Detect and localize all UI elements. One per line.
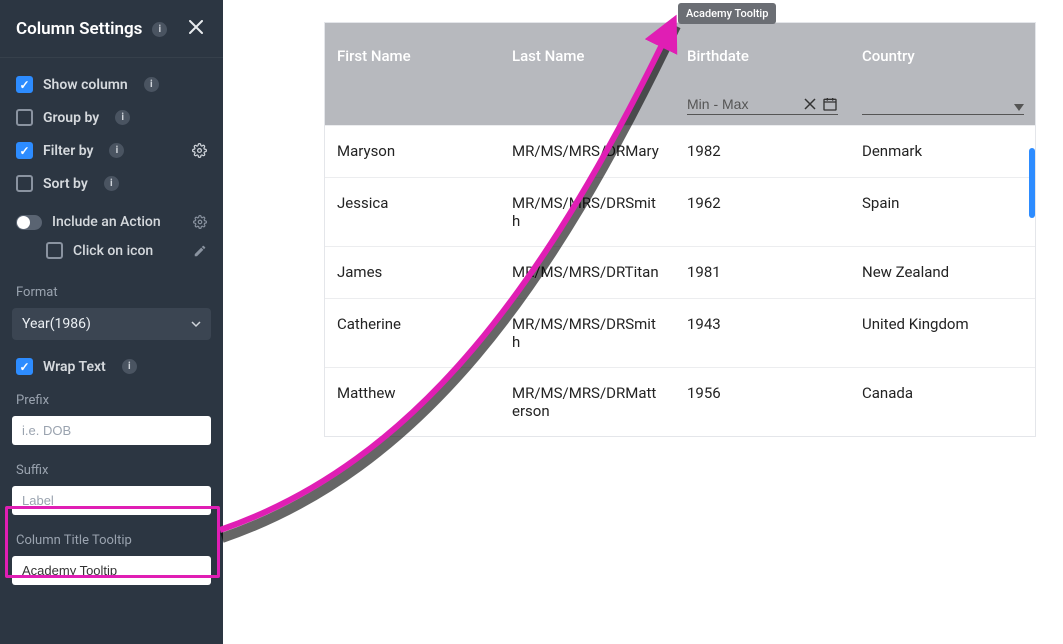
panel-header: Column Settings i: [0, 0, 223, 58]
cell-last-name: MR/MS/MRS/DRMary: [500, 126, 675, 177]
birthdate-filter[interactable]: [687, 94, 838, 115]
wrap-text-option[interactable]: Wrap Text i: [0, 348, 223, 385]
column-header-country-label: Country: [862, 47, 1024, 65]
cell-country: United Kingdom: [850, 299, 1036, 367]
cell-last-name: MR/MS/MRS/DRTitan: [500, 247, 675, 298]
cell-birthdate: 1956: [675, 368, 850, 436]
include-action-settings-button[interactable]: [193, 215, 207, 229]
cell-first-name: Catherine: [325, 299, 500, 367]
data-table: First Name Last Name Birthdate Country M…: [324, 22, 1036, 437]
prefix-section: Prefix: [0, 389, 223, 455]
column-tooltip-input[interactable]: [12, 556, 211, 585]
info-icon[interactable]: i: [104, 176, 119, 191]
show-column-label: Show column: [43, 77, 128, 93]
click-on-icon-edit-button[interactable]: [193, 244, 207, 258]
include-action-label: Include an Action: [52, 214, 161, 230]
click-on-icon-label: Click on icon: [73, 243, 153, 259]
format-value: Year(1986): [22, 316, 91, 332]
chevron-down-icon: [191, 319, 201, 329]
info-icon[interactable]: i: [152, 22, 167, 37]
filter-by-label: Filter by: [43, 143, 93, 159]
group-by-checkbox[interactable]: [16, 109, 33, 126]
prefix-input[interactable]: [12, 416, 211, 445]
column-header-first-name-label: First Name: [337, 47, 488, 65]
cell-last-name: MR/MS/MRS/DRMatterson: [500, 368, 675, 436]
column-header-birthdate[interactable]: Birthdate: [675, 23, 850, 125]
cell-first-name: Maryson: [325, 126, 500, 177]
cell-country: New Zealand: [850, 247, 1036, 298]
sort-by-checkbox[interactable]: [16, 175, 33, 192]
cell-birthdate: 1943: [675, 299, 850, 367]
wrap-text-label: Wrap Text: [43, 359, 106, 375]
cell-birthdate: 1962: [675, 178, 850, 246]
table-row[interactable]: James MR/MS/MRS/DRTitan 1981 New Zealand: [325, 246, 1035, 298]
info-icon[interactable]: i: [115, 110, 130, 125]
filter-by-option[interactable]: Filter by i: [16, 134, 207, 167]
table-header: First Name Last Name Birthdate Country: [325, 23, 1035, 125]
country-filter[interactable]: [862, 102, 1024, 115]
calendar-icon[interactable]: [822, 96, 838, 112]
scroll-indicator[interactable]: [1029, 148, 1035, 218]
cell-last-name: MR/MS/MRS/DRSmith: [500, 178, 675, 246]
suffix-section: Suffix: [0, 459, 223, 525]
options-group: Show column i Group by i Filter by i Sor…: [0, 58, 223, 277]
format-section: Format Year(1986): [0, 281, 223, 340]
table-body: Maryson MR/MS/MRS/DRMary 1982 Denmark Je…: [325, 125, 1035, 436]
sort-by-option[interactable]: Sort by i: [16, 167, 207, 200]
panel-title: Column Settings i: [16, 19, 167, 39]
include-action-toggle[interactable]: [16, 215, 42, 230]
column-tooltip-label: Column Title Tooltip: [0, 529, 223, 552]
column-header-last-name-label: Last Name: [512, 47, 663, 65]
cell-country: Canada: [850, 368, 1036, 436]
cell-first-name: Matthew: [325, 368, 500, 436]
close-icon: [189, 20, 203, 34]
filter-by-checkbox[interactable]: [16, 142, 33, 159]
cell-country: Spain: [850, 178, 1036, 246]
suffix-label: Suffix: [0, 459, 223, 482]
info-icon[interactable]: i: [144, 77, 159, 92]
dropdown-icon[interactable]: [1014, 104, 1024, 112]
cell-country: Denmark: [850, 126, 1036, 177]
birthdate-filter-input[interactable]: [687, 96, 798, 112]
show-column-checkbox[interactable]: [16, 76, 33, 93]
column-header-first-name[interactable]: First Name: [325, 23, 500, 125]
table-row[interactable]: Matthew MR/MS/MRS/DRMatterson 1956 Canad…: [325, 367, 1035, 436]
gear-icon: [193, 215, 207, 229]
cell-birthdate: 1982: [675, 126, 850, 177]
cell-birthdate: 1981: [675, 247, 850, 298]
column-tooltip-popup: Academy Tooltip: [678, 3, 776, 24]
clear-icon[interactable]: [804, 98, 816, 110]
table-row[interactable]: Maryson MR/MS/MRS/DRMary 1982 Denmark: [325, 125, 1035, 177]
tooltip-text: Academy Tooltip: [686, 7, 768, 20]
cell-last-name: MR/MS/MRS/DRSmith: [500, 299, 675, 367]
suffix-input[interactable]: [12, 486, 211, 515]
prefix-label: Prefix: [0, 389, 223, 412]
group-by-label: Group by: [43, 110, 99, 126]
filter-settings-button[interactable]: [192, 143, 207, 158]
info-icon[interactable]: i: [122, 359, 137, 374]
include-action-option[interactable]: Include an Action: [16, 200, 207, 236]
panel-title-text: Column Settings: [16, 19, 142, 39]
click-on-icon-option[interactable]: Click on icon: [16, 236, 207, 273]
cell-first-name: James: [325, 247, 500, 298]
pencil-icon: [193, 244, 207, 258]
column-header-birthdate-label: Birthdate: [687, 47, 838, 65]
gear-icon: [192, 143, 207, 158]
column-tooltip-section: Column Title Tooltip: [0, 529, 223, 595]
click-on-icon-checkbox[interactable]: [46, 242, 63, 259]
wrap-text-checkbox[interactable]: [16, 358, 33, 375]
format-label: Format: [0, 281, 223, 304]
table-row[interactable]: Jessica MR/MS/MRS/DRSmith 1962 Spain: [325, 177, 1035, 246]
close-button[interactable]: [185, 14, 207, 43]
column-header-last-name[interactable]: Last Name: [500, 23, 675, 125]
column-header-country[interactable]: Country: [850, 23, 1036, 125]
table-row[interactable]: Catherine MR/MS/MRS/DRSmith 1943 United …: [325, 298, 1035, 367]
format-select[interactable]: Year(1986): [12, 308, 211, 340]
group-by-option[interactable]: Group by i: [16, 101, 207, 134]
info-icon[interactable]: i: [109, 143, 124, 158]
show-column-option[interactable]: Show column i: [16, 68, 207, 101]
column-settings-panel: Column Settings i Show column i Group by…: [0, 0, 223, 644]
cell-first-name: Jessica: [325, 178, 500, 246]
sort-by-label: Sort by: [43, 176, 88, 192]
